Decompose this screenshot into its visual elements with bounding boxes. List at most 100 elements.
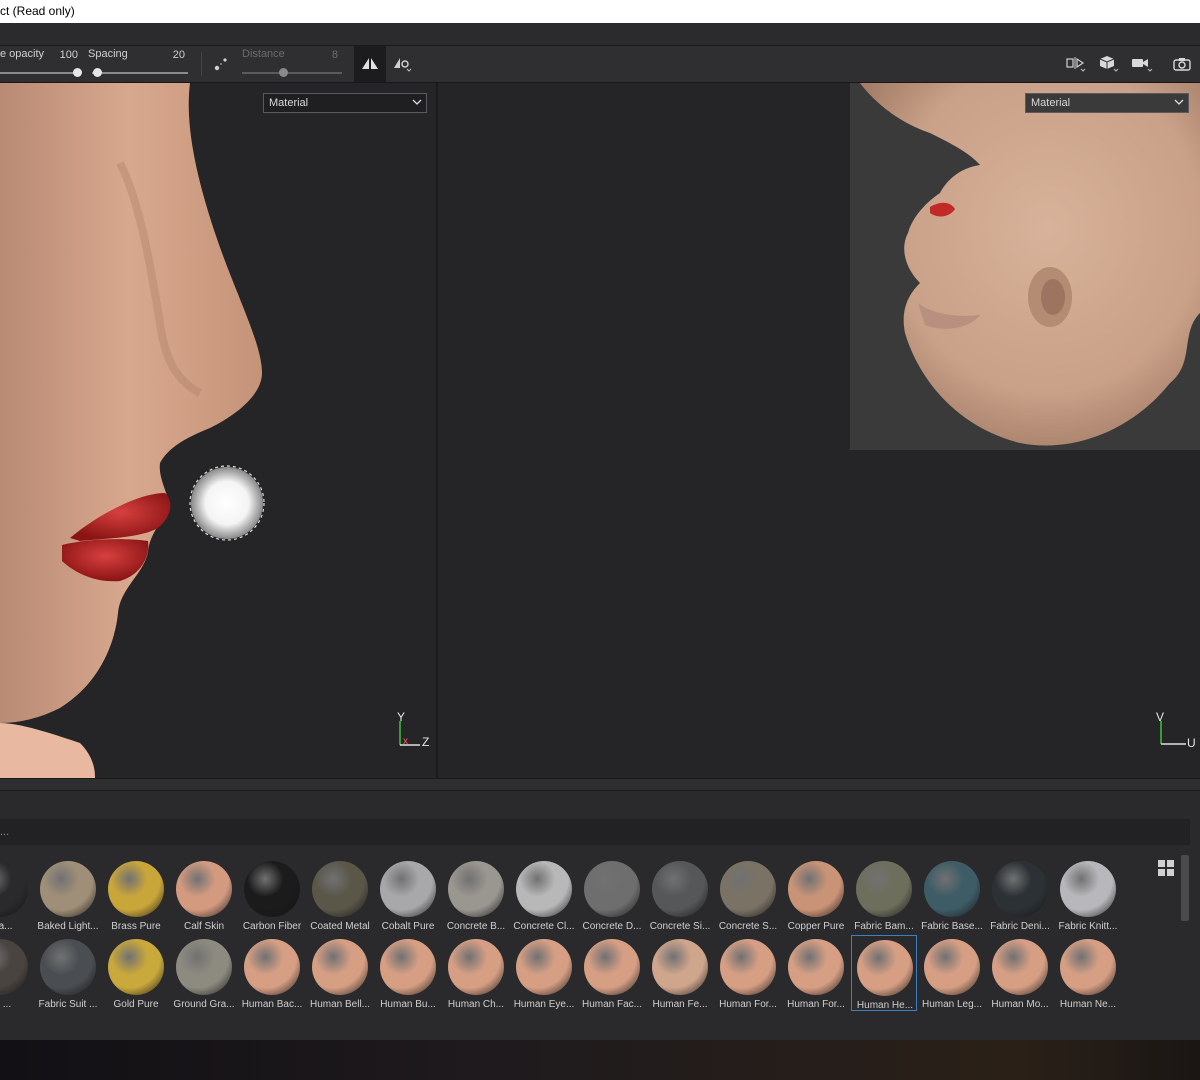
material-label: Carbon Fiber bbox=[242, 921, 302, 932]
material-thumbnail[interactable]: Copper Pure bbox=[783, 857, 849, 933]
distance-slider-thumb[interactable] bbox=[279, 68, 288, 77]
material-label: Human He... bbox=[856, 1000, 914, 1011]
viewport-3d-channel-value: Material bbox=[269, 97, 309, 109]
material-thumbnail[interactable]: Human Mo... bbox=[987, 935, 1053, 1011]
material-preview-sphere bbox=[176, 939, 232, 995]
material-preview-sphere bbox=[584, 939, 640, 995]
material-label: Human Bell... bbox=[309, 999, 371, 1010]
screenshot-icon[interactable] bbox=[1166, 46, 1198, 82]
material-thumbnail[interactable]: Human Eye... bbox=[511, 935, 577, 1011]
lazy-mouse-icon[interactable] bbox=[205, 46, 237, 82]
material-label: oft ... bbox=[0, 999, 12, 1010]
uv-split-icon[interactable] bbox=[1060, 46, 1092, 82]
material-thumbnail[interactable]: Coated Metal bbox=[307, 857, 373, 933]
viewport-2d-channel-select[interactable]: Material bbox=[1025, 93, 1189, 113]
material-thumbnail[interactable]: Human For... bbox=[783, 935, 849, 1011]
viewport-3d-channel-select[interactable]: Material bbox=[263, 93, 427, 113]
spacing-value[interactable]: 20 bbox=[145, 49, 185, 61]
spacing-slider-track[interactable] bbox=[92, 72, 188, 74]
material-thumbnail[interactable]: Cobalt Pure bbox=[375, 857, 441, 933]
shelf-scrollbar[interactable] bbox=[1181, 855, 1189, 921]
material-preview-sphere bbox=[652, 861, 708, 917]
material-label: Human Ne... bbox=[1059, 999, 1117, 1010]
material-preview-sphere bbox=[584, 861, 640, 917]
material-label: Ground Gra... bbox=[173, 999, 235, 1010]
axis-z-label: Z bbox=[422, 735, 430, 749]
material-thumbnail[interactable]: Concrete B... bbox=[443, 857, 509, 933]
material-preview-sphere bbox=[312, 861, 368, 917]
material-thumbnail[interactable]: Concrete Cl... bbox=[511, 857, 577, 933]
distance-value[interactable]: 8 bbox=[298, 49, 338, 61]
material-preview-sphere bbox=[924, 861, 980, 917]
material-preview-sphere bbox=[108, 861, 164, 917]
material-label: Human Fe... bbox=[652, 999, 708, 1010]
material-thumbnail[interactable]: Fabric Deni... bbox=[987, 857, 1053, 933]
shelf-search-input[interactable]: ... bbox=[0, 819, 1190, 845]
material-thumbnail[interactable]: Human Bu... bbox=[375, 935, 441, 1011]
material-thumbnail[interactable]: Human Bac... bbox=[239, 935, 305, 1011]
spacing-slider-thumb[interactable] bbox=[93, 68, 102, 77]
material-thumbnail[interactable]: Concrete S... bbox=[715, 857, 781, 933]
material-thumbnail[interactable]: Human He... bbox=[851, 935, 917, 1011]
face-profile-render bbox=[0, 83, 420, 778]
material-label: Concrete Cl... bbox=[513, 921, 575, 932]
symmetry-icon[interactable] bbox=[354, 46, 386, 82]
chevron-down-icon bbox=[412, 99, 422, 105]
material-thumbnail[interactable]: Human Ne... bbox=[1055, 935, 1121, 1011]
material-thumbnail[interactable]: oft ... bbox=[0, 935, 33, 1011]
material-preview-sphere bbox=[244, 861, 300, 917]
material-preview-sphere bbox=[788, 861, 844, 917]
material-thumbnail[interactable]: Calf Skin bbox=[171, 857, 237, 933]
material-label: Fabric Knitt... bbox=[1058, 921, 1118, 932]
material-thumbnail[interactable]: Ground Gra... bbox=[171, 935, 237, 1011]
material-preview-sphere bbox=[380, 939, 436, 995]
material-preview-sphere bbox=[516, 939, 572, 995]
camera-icon[interactable] bbox=[1126, 46, 1158, 82]
material-thumbnail[interactable]: Carbon Fiber bbox=[239, 857, 305, 933]
grid-view-icon[interactable] bbox=[1157, 859, 1175, 877]
material-thumbnail[interactable]: Fabric Bam... bbox=[851, 857, 917, 933]
opacity-slider-track[interactable] bbox=[0, 72, 80, 74]
material-thumbnail[interactable]: Human Fe... bbox=[647, 935, 713, 1011]
material-thumbnail[interactable]: Concrete D... bbox=[579, 857, 645, 933]
material-thumbnail[interactable]: Fabric Base... bbox=[919, 857, 985, 933]
viewport-3d[interactable]: Material Y x Z bbox=[0, 83, 437, 778]
material-preview-sphere bbox=[720, 861, 776, 917]
axis-x-label: x bbox=[403, 736, 408, 747]
material-thumbnail[interactable]: Human Leg... bbox=[919, 935, 985, 1011]
material-thumbnail[interactable]: Human For... bbox=[715, 935, 781, 1011]
symmetry-settings-icon[interactable] bbox=[387, 46, 419, 82]
viewport-2d[interactable]: Material V U bbox=[438, 83, 1200, 778]
material-thumbnail[interactable]: Human Ch... bbox=[443, 935, 509, 1011]
display-mode-icon[interactable] bbox=[1093, 46, 1125, 82]
material-label: Gold Pure bbox=[113, 999, 159, 1010]
material-label: Human Fac... bbox=[581, 999, 643, 1010]
material-thumbnail[interactable]: Concrete Si... bbox=[647, 857, 713, 933]
material-preview-sphere bbox=[0, 861, 28, 917]
material-thumbnail[interactable]: Baked Light... bbox=[35, 857, 101, 933]
window-title: ct (Read only) bbox=[0, 0, 1200, 23]
material-label: Copper Pure bbox=[787, 921, 845, 932]
axis-u-label: U bbox=[1187, 736, 1196, 750]
opacity-slider-thumb[interactable] bbox=[73, 68, 82, 77]
material-thumbnail[interactable]: Human Fac... bbox=[579, 935, 645, 1011]
distance-slider-track[interactable] bbox=[242, 72, 342, 74]
distance-label: Distance bbox=[242, 48, 285, 60]
material-thumbnail[interactable]: Fabric Suit ... bbox=[35, 935, 101, 1011]
spacing-label: Spacing bbox=[88, 48, 128, 60]
material-thumbnail[interactable]: Lea... bbox=[0, 857, 33, 933]
shelf-header bbox=[0, 779, 1200, 791]
material-label: Coated Metal bbox=[310, 921, 370, 932]
material-thumbnail[interactable]: Fabric Knitt... bbox=[1055, 857, 1121, 933]
shelf-panel: ... Lea... Baked Light... Brass Pure Calf S… bbox=[0, 778, 1200, 1040]
brush-cursor[interactable] bbox=[191, 467, 263, 539]
material-thumbnail[interactable]: Human Bell... bbox=[307, 935, 373, 1011]
material-preview-sphere bbox=[516, 861, 572, 917]
material-label: Fabric Base... bbox=[921, 921, 983, 932]
material-label: Concrete D... bbox=[582, 921, 642, 932]
material-thumbnail[interactable]: Brass Pure bbox=[103, 857, 169, 933]
opacity-value[interactable]: 100 bbox=[38, 49, 78, 61]
material-thumbnail[interactable]: Gold Pure bbox=[103, 935, 169, 1011]
material-preview-sphere bbox=[312, 939, 368, 995]
material-preview-sphere bbox=[720, 939, 776, 995]
